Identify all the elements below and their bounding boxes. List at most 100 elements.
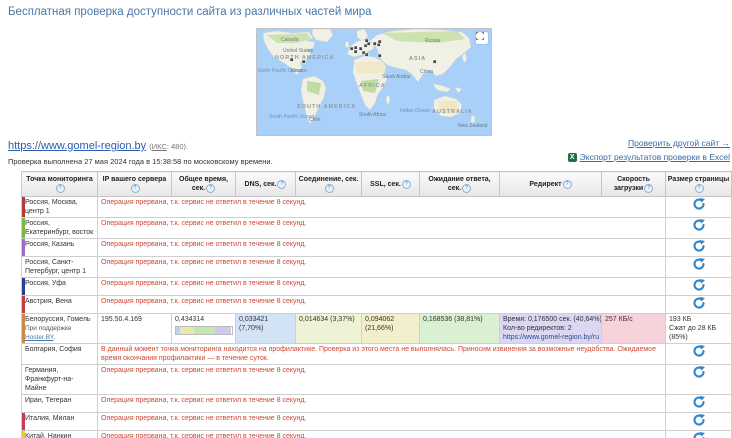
monitoring-point-name: Австрия, Вена [25,298,72,305]
page: Бесплатная проверка доступности сайта из… [0,0,732,438]
recheck-icon [693,396,705,408]
table-row: Австрия, Вена Операция прервана, т.к. се… [22,296,732,314]
monitoring-point-cell: Россия, Казань [22,239,98,257]
fullscreen-button[interactable] [476,32,488,44]
site-url-link[interactable]: https://www.gomel-region.by [8,140,146,152]
total-time-bar [175,326,233,335]
iks-info: (ИКС: 480). [149,142,188,151]
check-other-site-link[interactable]: Проверить другой сайт → [628,138,730,148]
recheck-cell[interactable] [666,257,732,278]
wait-cell: 0,168536 (38,81%) [420,314,500,344]
status-message: Операция прервана, т.к. сервис не ответи… [98,296,666,314]
monitoring-point-name: Белоруссия, Гомель [25,316,91,323]
help-icon[interactable]: ? [644,184,653,193]
recheck-icon [693,432,705,438]
monitoring-point-name: Иран, Тегеран [25,397,71,404]
recheck-cell[interactable] [666,278,732,296]
recheck-icon [693,414,705,426]
recheck-icon [693,258,705,270]
monitoring-point-cell: Германия, Франкфурт-на-Майне [22,365,98,395]
help-icon[interactable]: ? [206,184,215,193]
row-color-marker [22,431,25,438]
status-message: Операция прервана, т.к. сервис не ответи… [98,395,666,413]
status-message: Операция прервана, т.к. сервис не ответи… [98,239,666,257]
status-message: В данный момент точка мониторинга находи… [98,344,666,365]
recheck-icon [693,219,705,231]
page-size-cell: 193 КБ Сжат до 28 КБ (85%) [666,314,732,344]
monitoring-point-cell: Россия, Санкт-Петербург, центр 1 [22,257,98,278]
row-color-marker [22,218,25,238]
table-row: Китай, Нанкин Операция прервана, т.к. се… [22,431,732,438]
col-monitoring-point: Точка мониторинга? [22,172,98,197]
ip-cell: 195.50.4.169 [98,314,172,344]
hoster-link[interactable]: Hoster.BY [25,334,53,341]
help-icon[interactable]: ? [56,184,65,193]
monitoring-point-cell: Россия, Москва, центр 1 [22,197,98,218]
recheck-cell[interactable] [666,344,732,365]
world-map[interactable]: Canada United States Mexico NORTH AMERIC… [256,28,492,136]
dns-cell: 0,033421 (7,70%) [236,314,296,344]
row-color-marker [22,239,25,256]
status-message: Операция прервана, т.к. сервис не ответи… [98,197,666,218]
export-excel-link[interactable]: Экспорт результатов проверки в Excel [580,152,730,162]
recheck-icon [693,279,705,291]
col-ssl: SSL, сек.? [362,172,420,197]
support-note: При поддержке Hoster.BY. [25,325,71,341]
monitoring-point-name: Россия, Екатеринбург, восток [25,220,93,236]
help-icon[interactable]: ? [131,184,140,193]
row-color-marker [22,314,25,343]
row-color-marker [22,197,25,217]
table-row: Россия, Уфа Операция прервана, т.к. серв… [22,278,732,296]
redirect-url-link[interactable]: https://www.gomel-region.by/ru [503,334,599,341]
monitoring-point-name: Китай, Нанкин [25,433,71,438]
recheck-cell[interactable] [666,395,732,413]
connection-cell: 0,014634 (3,37%) [296,314,362,344]
ssl-cell: 0,094062 (21,66%) [362,314,420,344]
col-dns: DNS, сек.? [236,172,296,197]
row-color-marker [22,278,25,295]
monitoring-point-cell: Россия, Уфа [22,278,98,296]
recheck-icon [693,198,705,210]
row-color-marker [22,413,25,430]
monitoring-point-name: Болгария, София [25,346,82,353]
table-row: Россия, Санкт-Петербург, центр 1 Операци… [22,257,732,278]
row-color-marker [22,395,25,412]
table-header-row: Точка мониторинга? IP вашего сервера? Об… [22,172,732,197]
help-icon[interactable]: ? [402,180,411,189]
monitoring-point-name: Россия, Казань [25,241,74,248]
recheck-cell[interactable] [666,239,732,257]
help-icon[interactable]: ? [325,184,334,193]
help-icon[interactable]: ? [563,180,572,189]
table-row-belarus: Белоруссия, Гомель При поддержке Hoster.… [22,314,732,344]
help-icon[interactable]: ? [277,180,286,189]
row-color-marker [22,257,25,277]
recheck-cell[interactable] [666,431,732,438]
col-page-size: Размер страницы? [666,172,732,197]
col-connection: Соединение, сек.? [296,172,362,197]
table-row: Россия, Казань Операция прервана, т.к. с… [22,239,732,257]
excel-icon: X [568,153,577,162]
table-row: Болгария, София В данный момент точка мо… [22,344,732,365]
monitoring-point-cell: Австрия, Вена [22,296,98,314]
help-icon[interactable]: ? [462,184,471,193]
row-color-marker [22,365,25,394]
fullscreen-icon [476,32,484,40]
page-title: Бесплатная проверка доступности сайта из… [8,6,372,18]
col-speed: Скорость загрузки? [602,172,666,197]
recheck-cell[interactable] [666,296,732,314]
status-message: Операция прервана, т.к. сервис не ответи… [98,278,666,296]
recheck-icon [693,240,705,252]
status-message: Операция прервана, т.к. сервис не ответи… [98,365,666,395]
speed-cell: 257 КБ/с [602,314,666,344]
recheck-cell[interactable] [666,218,732,239]
help-icon[interactable]: ? [695,184,704,193]
recheck-cell[interactable] [666,197,732,218]
table-row: Иран, Тегеран Операция прервана, т.к. се… [22,395,732,413]
iks-link[interactable]: ИКС [152,142,167,151]
status-message: Операция прервана, т.к. сервис не ответи… [98,431,666,438]
status-message: Операция прервана, т.к. сервис не ответи… [98,257,666,278]
recheck-cell[interactable] [666,365,732,395]
recheck-cell[interactable] [666,413,732,431]
monitoring-point-cell: Россия, Екатеринбург, восток [22,218,98,239]
col-redirect: Редирект? [500,172,602,197]
